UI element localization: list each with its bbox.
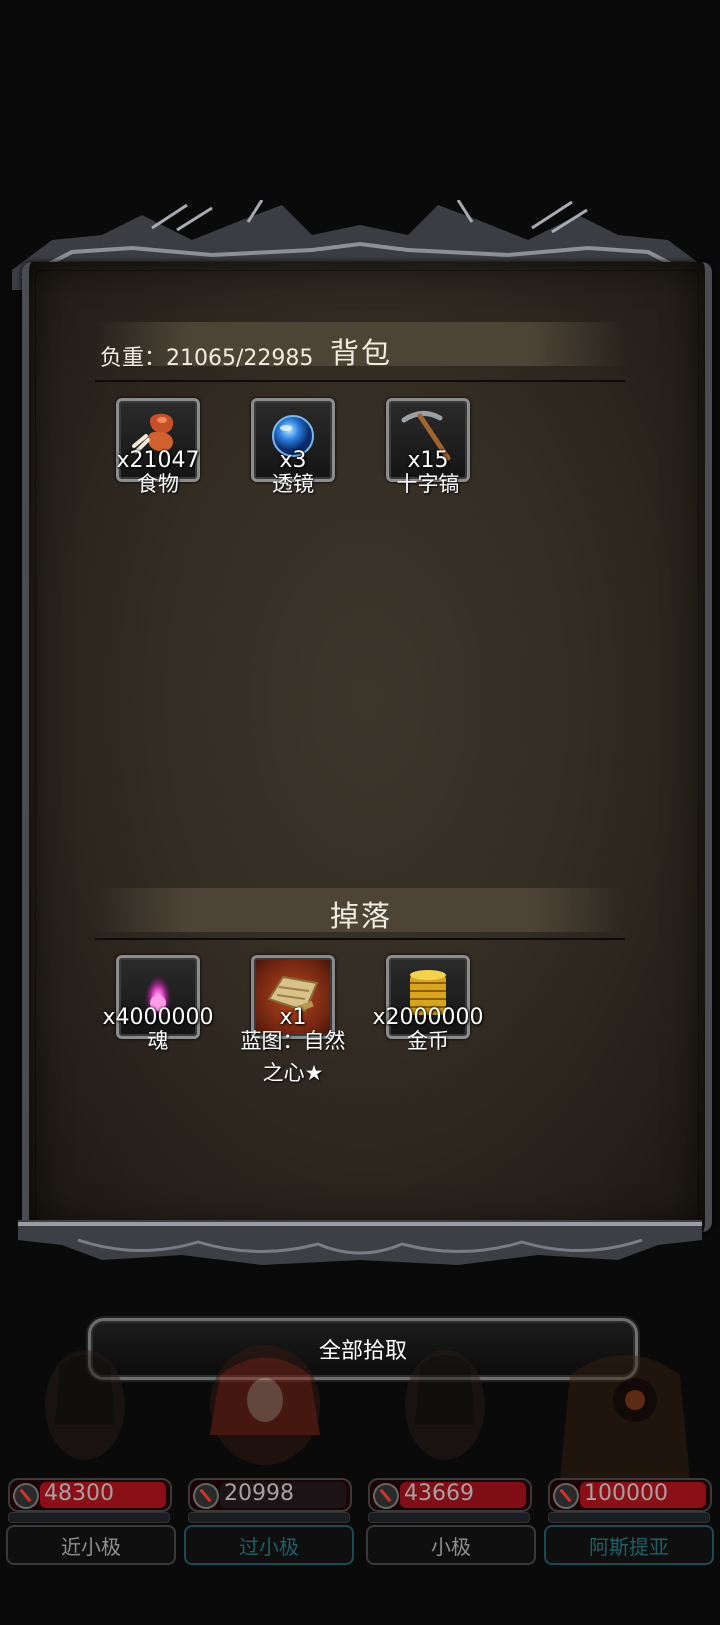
hero-mp-bar — [548, 1512, 710, 1523]
hero-mp-bar — [368, 1512, 530, 1523]
hero-portrait-3 — [405, 1350, 485, 1460]
hero-mp-bar — [188, 1512, 350, 1523]
hero-name: 近小极 — [61, 1534, 121, 1559]
item-name: 十字镐 — [396, 472, 460, 496]
backpack-title: 背包 — [330, 336, 393, 370]
backpack-header-rule — [95, 380, 625, 382]
sword-shield-icon — [193, 1483, 219, 1509]
hero-name-tab[interactable]: 阿斯提亚 — [544, 1525, 714, 1565]
hero-hp-value: 100000 — [584, 1481, 668, 1506]
item-name-line2: 之心★ — [262, 1061, 324, 1085]
hero-name: 阿斯提亚 — [589, 1534, 669, 1559]
item-name: 透镜 — [272, 472, 314, 496]
hero-name: 过小极 — [239, 1534, 299, 1559]
sword-shield-icon — [373, 1483, 399, 1509]
hero-hp-bar: 48300 — [8, 1478, 172, 1512]
item-name: 魂 — [147, 1029, 169, 1053]
hero-hp-bar: 20998 — [188, 1478, 352, 1512]
hero-hp-bar: 100000 — [548, 1478, 712, 1512]
sword-shield-icon — [13, 1483, 39, 1509]
hero-hp-value: 20998 — [224, 1481, 294, 1506]
hero-portrait-2 — [210, 1345, 320, 1465]
drops-header-rule — [95, 938, 625, 940]
hero-name: 小极 — [431, 1534, 471, 1559]
drops-title: 掉落 — [330, 899, 393, 933]
hero-portrait-1 — [45, 1350, 125, 1460]
hero-hp-value: 48300 — [44, 1481, 114, 1506]
hero-portrait-4 — [560, 1355, 690, 1480]
hero-name-tab[interactable]: 过小极 — [184, 1525, 354, 1565]
hero-name-tab[interactable]: 小极 — [366, 1525, 536, 1565]
hero-hp-value: 43669 — [404, 1481, 474, 1506]
hero-name-tab[interactable]: 近小极 — [6, 1525, 176, 1565]
carry-weight: 负重：21065/22985 — [100, 346, 314, 371]
item-name-line1: 蓝图：自然 — [240, 1029, 346, 1053]
hero-hp-bar: 43669 — [368, 1478, 532, 1512]
sword-shield-icon — [553, 1483, 579, 1509]
item-name: 金币 — [407, 1029, 449, 1053]
hero-mp-bar — [8, 1512, 170, 1523]
ornate-frame-bottom — [18, 1220, 702, 1265]
item-name: 食物 — [137, 472, 179, 496]
